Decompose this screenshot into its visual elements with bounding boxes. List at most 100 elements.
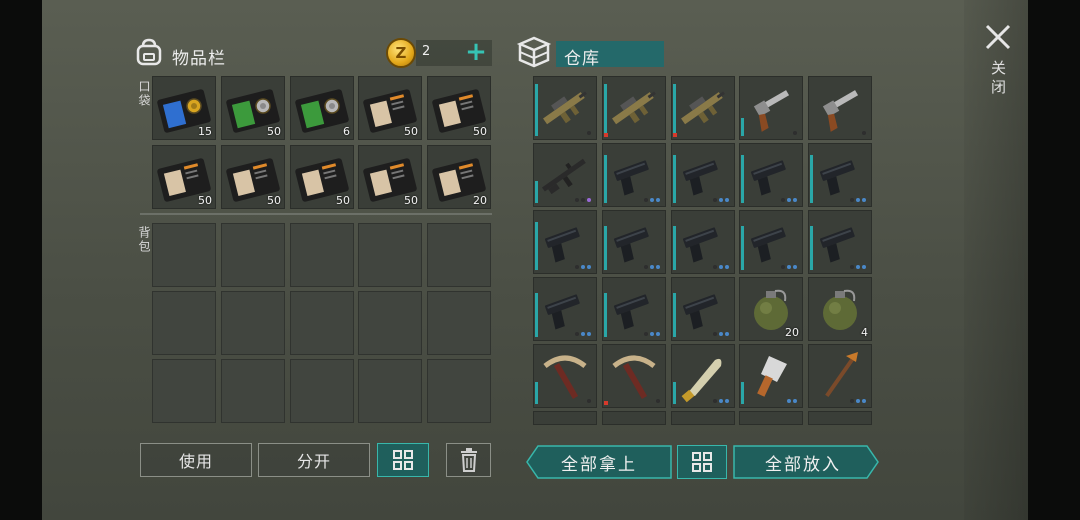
item-quantity: 15 — [198, 125, 212, 138]
warehouse-slot[interactable]: 4 — [808, 277, 872, 341]
take-all-button[interactable]: 全部拿上 — [526, 445, 672, 479]
warehouse-slot[interactable] — [533, 143, 597, 207]
grid-icon — [692, 452, 712, 472]
warehouse-slot[interactable] — [602, 344, 666, 408]
upgrade-dots — [781, 265, 797, 269]
upgrade-dots — [713, 198, 729, 202]
pocket-slot[interactable]: 20 — [427, 145, 491, 209]
backpack-slot[interactable] — [427, 359, 491, 423]
backpack-slot[interactable] — [427, 291, 491, 355]
close-label[interactable]: 关闭 — [988, 60, 1009, 98]
backpack-slot[interactable] — [152, 359, 216, 423]
take-all-label: 全部拿上 — [561, 454, 637, 475]
put-all-button[interactable]: 全部放入 — [733, 445, 873, 479]
coin-symbol: Z — [395, 44, 407, 62]
warehouse-slot[interactable] — [671, 143, 735, 207]
warehouse-slot[interactable] — [808, 344, 872, 408]
pocket-slot[interactable]: 50 — [221, 145, 285, 209]
backpack-slot[interactable] — [358, 359, 422, 423]
upgrade-dots — [575, 332, 591, 336]
upgrade-dots — [644, 332, 660, 336]
coin-icon: Z — [386, 38, 416, 68]
backpack-slot[interactable] — [358, 291, 422, 355]
backpack-slot[interactable] — [427, 223, 491, 287]
warehouse-slot[interactable] — [602, 143, 666, 207]
warehouse-slot[interactable] — [533, 210, 597, 274]
warehouse-slot[interactable] — [533, 344, 597, 408]
discard-button[interactable] — [446, 443, 491, 477]
backpack-slot[interactable] — [221, 291, 285, 355]
item-quantity: 6 — [343, 125, 350, 138]
sort-inventory-button[interactable] — [377, 443, 429, 477]
warehouse-slot[interactable] — [671, 411, 735, 425]
warehouse-slot[interactable] — [671, 277, 735, 341]
warehouse-slot[interactable] — [808, 210, 872, 274]
damage-marker — [673, 133, 677, 137]
pocket-slot[interactable]: 50 — [221, 76, 285, 140]
warehouse-slot[interactable] — [602, 210, 666, 274]
pocket-slot[interactable]: 50 — [358, 76, 422, 140]
warehouse-slot[interactable] — [671, 344, 735, 408]
pocket-slot[interactable]: 50 — [290, 145, 354, 209]
warehouse-slot[interactable] — [739, 76, 803, 140]
warehouse-slot[interactable] — [602, 277, 666, 341]
pocket-slot[interactable]: 6 — [290, 76, 354, 140]
item-quantity: 50 — [198, 194, 212, 207]
sort-warehouse-button[interactable] — [677, 445, 727, 479]
upgrade-dot — [862, 131, 866, 135]
item-quantity: 50 — [336, 194, 350, 207]
inventory-screen: 物品栏 Z 2 + 口袋 背包 15 50 6 50 50 50 50 50 5… — [0, 0, 1080, 520]
pocket-slot[interactable]: 15 — [152, 76, 216, 140]
warehouse-slot[interactable] — [533, 76, 597, 140]
use-button[interactable]: 使用 — [140, 443, 252, 477]
backpack-slot[interactable] — [358, 223, 422, 287]
upgrade-dots — [781, 198, 797, 202]
damage-marker — [604, 133, 608, 137]
backpack-label: 背包 — [137, 226, 151, 254]
warehouse-slot[interactable] — [671, 76, 735, 140]
warehouse-slot[interactable] — [602, 411, 666, 425]
backpack-slot[interactable] — [290, 223, 354, 287]
upgrade-dots — [644, 265, 660, 269]
upgrade-dots — [787, 399, 797, 403]
backpack-slot[interactable] — [290, 359, 354, 423]
backpack-slot[interactable] — [221, 223, 285, 287]
warehouse-slot[interactable] — [533, 277, 597, 341]
upgrade-dots — [575, 198, 591, 202]
upgrade-dots — [850, 265, 866, 269]
warehouse-slot[interactable] — [533, 411, 597, 425]
backpack-slot[interactable] — [152, 291, 216, 355]
warehouse-slot[interactable] — [739, 210, 803, 274]
item-quantity: 50 — [473, 125, 487, 138]
inventory-title: 物品栏 — [172, 49, 226, 69]
upgrade-dots — [713, 399, 729, 403]
add-coins-button[interactable]: + — [462, 39, 490, 66]
warehouse-title: 仓库 — [564, 49, 600, 69]
damage-marker — [604, 401, 608, 405]
warehouse-slot[interactable] — [808, 143, 872, 207]
item-quantity: 4 — [861, 326, 868, 339]
backpack-slot[interactable] — [221, 359, 285, 423]
split-button[interactable]: 分开 — [258, 443, 370, 477]
warehouse-slot[interactable] — [739, 143, 803, 207]
backpack-slot[interactable] — [290, 291, 354, 355]
item-quantity: 50 — [404, 194, 418, 207]
close-icon[interactable] — [983, 22, 1013, 52]
item-quantity: 50 — [267, 194, 281, 207]
warehouse-slot[interactable] — [808, 411, 872, 425]
screen-edge-right — [1028, 0, 1080, 520]
warehouse-slot[interactable] — [739, 411, 803, 425]
pocket-slot[interactable]: 50 — [427, 76, 491, 140]
warehouse-slot[interactable] — [808, 76, 872, 140]
warehouse-slot[interactable] — [602, 76, 666, 140]
pocket-slot[interactable]: 50 — [152, 145, 216, 209]
item-quantity: 20 — [785, 326, 799, 339]
item-quantity: 20 — [473, 194, 487, 207]
upgrade-dots — [575, 265, 591, 269]
backpack-slot[interactable] — [152, 223, 216, 287]
warehouse-slot[interactable]: 20 — [739, 277, 803, 341]
warehouse-slot[interactable] — [739, 344, 803, 408]
pocket-slot[interactable]: 50 — [358, 145, 422, 209]
backpack-icon — [136, 38, 162, 66]
warehouse-slot[interactable] — [671, 210, 735, 274]
